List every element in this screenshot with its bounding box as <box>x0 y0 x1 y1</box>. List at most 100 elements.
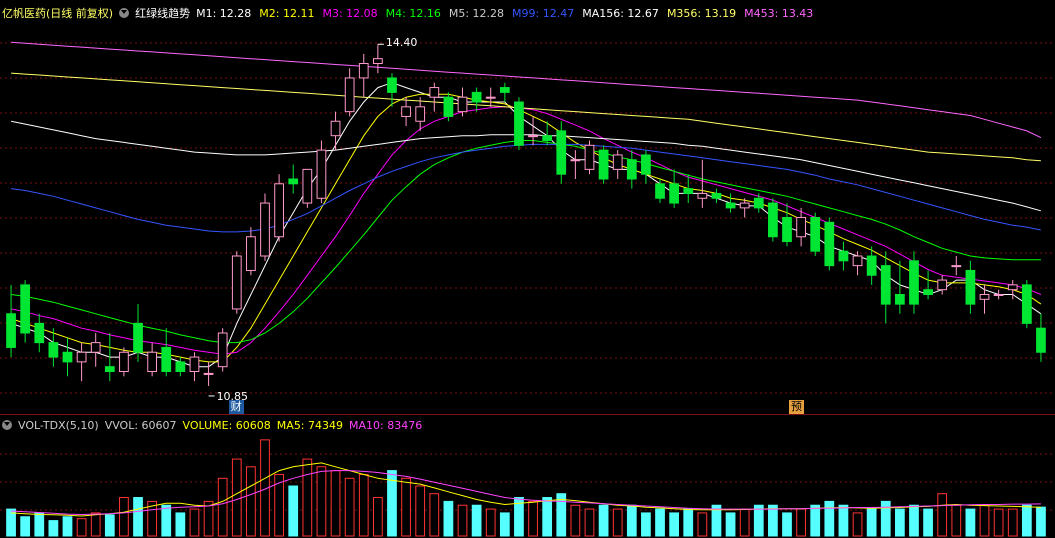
volume-bar <box>20 516 31 537</box>
volume-bar <box>34 512 45 537</box>
candle-body <box>133 322 143 353</box>
volume-bar <box>1036 506 1046 537</box>
candle-body <box>316 149 327 199</box>
candle-body <box>499 87 510 93</box>
volume-bar <box>344 477 355 537</box>
candle-body <box>838 250 849 262</box>
volume-value-2: MA5: 74349 <box>276 418 344 432</box>
candle-body <box>725 202 736 209</box>
volume-bar <box>923 508 933 537</box>
volume-indicator-name[interactable]: VOL-TDX(5,10) <box>18 419 99 432</box>
candle-body <box>288 178 299 185</box>
candle-body <box>711 192 722 199</box>
candle-body <box>810 217 821 252</box>
candle-body <box>951 265 962 268</box>
volume-bar <box>48 520 59 537</box>
volume-header: VOL-TDX(5,10) VVOL: 60607 VOLUME: 60608 MA… <box>0 417 1055 433</box>
candle-body <box>824 221 835 267</box>
volume-bar <box>570 504 581 537</box>
volume-bar <box>457 504 468 537</box>
volume-bar <box>626 504 637 537</box>
candle-body <box>993 294 1004 296</box>
volume-bar <box>443 500 454 537</box>
candle-body <box>358 63 369 79</box>
candle-body <box>20 284 31 334</box>
volume-bar <box>274 473 284 537</box>
candle-body <box>923 289 933 295</box>
ma-line-m453 <box>11 41 1042 139</box>
ma-line-ma156 <box>11 120 1042 212</box>
candle-body <box>189 356 200 372</box>
candle-body <box>1021 284 1032 324</box>
candle-body <box>217 332 228 368</box>
candle-body <box>866 255 877 276</box>
candle-body <box>937 279 948 291</box>
volume-bar <box>669 512 680 537</box>
volume-bar <box>542 497 553 537</box>
volume-bar <box>372 497 383 537</box>
dropdown-circle-icon[interactable] <box>2 420 12 430</box>
volume-bar <box>598 504 609 537</box>
candle-body <box>119 351 129 372</box>
candle-body <box>372 58 383 64</box>
volume-bar <box>993 508 1004 537</box>
candle-body <box>387 77 397 93</box>
candle-body <box>669 183 680 204</box>
volume-bar <box>302 458 313 537</box>
volume-bar <box>894 508 905 537</box>
volume-bar <box>246 466 256 537</box>
yu-tag[interactable]: 预 <box>789 400 804 414</box>
ma-line-m4 <box>11 140 1041 344</box>
volume-bar <box>471 504 482 537</box>
candle-body <box>34 322 45 344</box>
candle-body <box>6 313 16 348</box>
volume-bar <box>612 508 623 537</box>
volume-bar <box>965 508 976 537</box>
volume-bar <box>401 477 411 537</box>
candle-body <box>739 202 750 209</box>
volume-bar <box>753 504 764 537</box>
candle-body <box>443 96 454 117</box>
candle-body <box>514 101 524 146</box>
volume-bar <box>655 508 665 537</box>
candle-body <box>598 149 609 180</box>
candle-body <box>979 294 990 300</box>
volume-bar <box>951 504 962 537</box>
candle-body <box>528 135 538 138</box>
volume-bar <box>697 512 708 537</box>
volume-bar <box>499 512 510 537</box>
candle-body <box>641 154 651 175</box>
candle-body <box>401 106 411 117</box>
candle-body <box>1007 284 1018 291</box>
cai-tag[interactable]: 财 <box>228 400 244 414</box>
candle-body <box>909 260 919 305</box>
candle-body <box>542 135 553 141</box>
candle-body <box>429 87 440 98</box>
candle-body <box>485 96 496 99</box>
volume-bar <box>1007 508 1018 537</box>
candle-body <box>231 255 242 310</box>
volume-bar <box>880 500 891 537</box>
volume-bar <box>415 485 426 537</box>
volume-bar <box>739 508 750 537</box>
candle-body <box>302 168 313 204</box>
volume-bar <box>90 512 101 537</box>
candle-body <box>330 120 341 137</box>
volume-bar <box>133 497 143 537</box>
candle-body <box>471 91 482 103</box>
candle-body <box>147 351 158 372</box>
volume-bar <box>175 512 186 537</box>
candle-body <box>90 342 101 353</box>
volume-value-3: MA10: 83476 <box>349 418 423 432</box>
volume-bar <box>62 516 73 537</box>
candle-body <box>880 265 891 305</box>
candle-body <box>260 202 270 257</box>
candle-body <box>457 96 468 113</box>
volume-value-1: VOLUME: 60608 <box>182 418 271 432</box>
candle-body <box>344 77 355 113</box>
candle-body <box>612 154 623 170</box>
volume-bar <box>979 504 990 537</box>
volume-values: VVOL: 60607 VOLUME: 60608 MA5: 74349 MA10: … <box>105 419 423 432</box>
volume-bar <box>909 504 919 537</box>
candlestick-chart[interactable] <box>0 0 1055 538</box>
